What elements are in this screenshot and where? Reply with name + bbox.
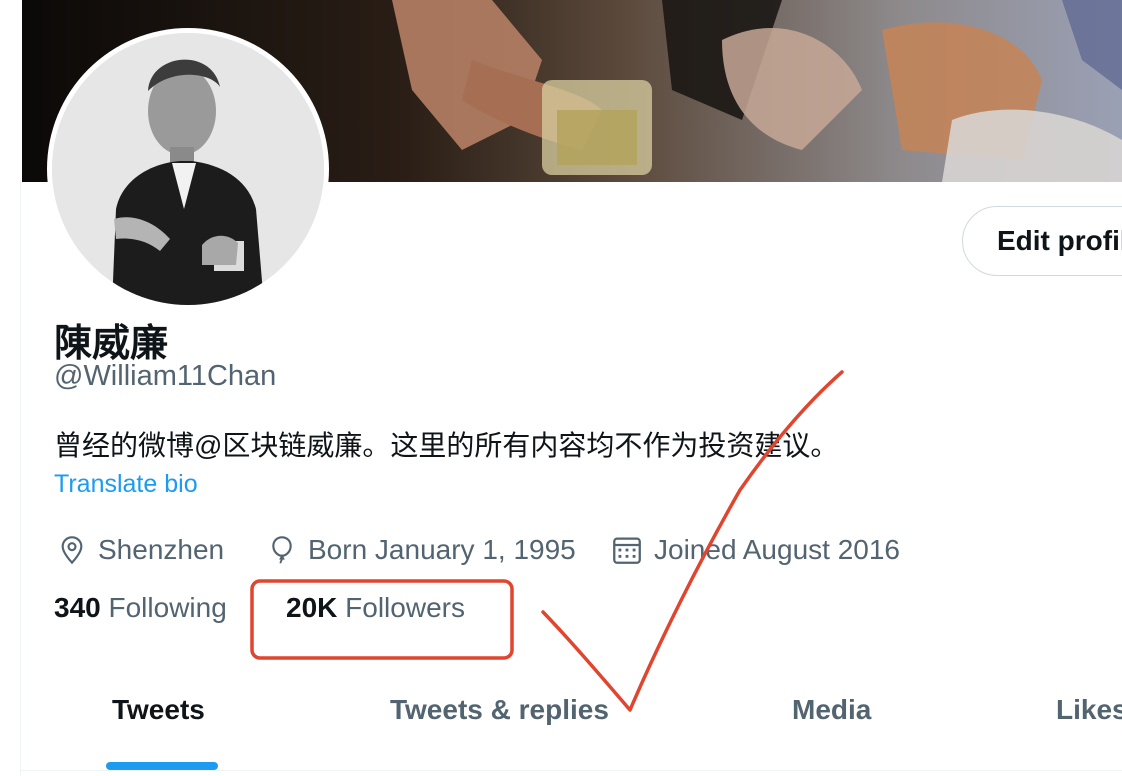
profile-birthday: Born January 1, 1995 (266, 530, 576, 570)
profile-bio: 曾经的微博@区块链威廉。这里的所有内容均不作为投资建议。 (54, 430, 839, 461)
tab-tweets-and-replies[interactable]: Tweets & replies (390, 694, 609, 726)
translate-bio-link[interactable]: Translate bio (54, 470, 198, 499)
display-name: 陳威廉 (54, 323, 169, 365)
tab-tweets[interactable]: Tweets (112, 694, 205, 726)
profile-location: Shenzhen (56, 530, 224, 570)
tabs-divider (20, 770, 1122, 771)
followers-label: Followers (345, 592, 465, 623)
profile-page: Edit profile 陳威廉 @William11Chan 曾经的微博@区块… (0, 0, 1122, 776)
edit-profile-button[interactable]: Edit profile (962, 206, 1122, 276)
followers-link[interactable]: 20K Followers (286, 592, 465, 624)
following-count: 340 (54, 592, 101, 623)
followers-count: 20K (286, 592, 338, 623)
column-border (20, 180, 21, 776)
following-link[interactable]: 340 Following (54, 592, 227, 624)
joined-text: Joined August 2016 (654, 534, 900, 565)
following-label: Following (108, 592, 227, 623)
tab-likes[interactable]: Likes (1056, 694, 1122, 726)
tab-media[interactable]: Media (792, 694, 871, 726)
profile-joined: Joined August 2016 (610, 530, 900, 570)
calendar-icon (613, 537, 641, 564)
active-tab-indicator (106, 762, 218, 770)
location-text: Shenzhen (98, 534, 225, 565)
birthday-text: Born January 1, 1995 (308, 534, 576, 565)
balloon-icon (272, 536, 292, 564)
profile-avatar[interactable] (47, 28, 329, 310)
user-handle: @William11Chan (54, 360, 277, 392)
location-pin-icon (61, 536, 83, 565)
